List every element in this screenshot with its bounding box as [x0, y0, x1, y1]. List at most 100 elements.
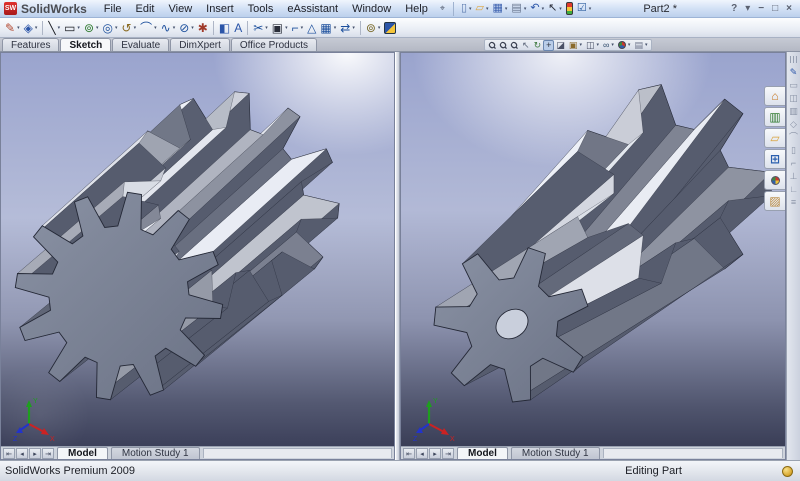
- ref-tool-2-icon[interactable]: ◫: [788, 92, 800, 105]
- menu-pin-icon[interactable]: ⌖: [440, 3, 445, 14]
- rebuild-icon[interactable]: [564, 1, 575, 17]
- quick-tip-icon[interactable]: [782, 466, 793, 477]
- solidworks-resources-tab[interactable]: ⌂: [764, 86, 785, 106]
- tab-dimxpert[interactable]: DimXpert: [170, 38, 230, 51]
- graphics-area-right[interactable]: Y X Z ⌂▥▱⊞▨: [401, 53, 785, 446]
- ref-tool-4-icon[interactable]: ◇: [788, 118, 800, 131]
- view-palette-tab[interactable]: [764, 170, 785, 190]
- line-dropdown[interactable]: ▾: [58, 25, 61, 31]
- view-orientation-icon[interactable]: ▣▾: [567, 40, 584, 51]
- options-icon[interactable]: ☑▾: [575, 1, 593, 17]
- tab-features[interactable]: Features: [2, 38, 59, 51]
- spline-dropdown[interactable]: ▾: [173, 25, 176, 31]
- view-orientation-dropdown[interactable]: ▾: [579, 42, 582, 48]
- graphics-area-left[interactable]: Y X Z: [1, 53, 394, 446]
- apply-scene-dropdown[interactable]: ▾: [645, 42, 648, 48]
- hide-show-items-dropdown[interactable]: ▾: [611, 42, 614, 48]
- point-icon[interactable]: ✱: [196, 19, 210, 37]
- exit-sketch-icon[interactable]: ✎▾: [3, 19, 22, 37]
- grip-icon[interactable]: [788, 53, 800, 66]
- new-document-icon[interactable]: ▯▾: [459, 1, 474, 17]
- trim-entities-icon[interactable]: ✂▾: [251, 19, 270, 37]
- ref-tool-5-icon[interactable]: ⌒: [788, 131, 800, 144]
- tab-office-products[interactable]: Office Products: [231, 38, 317, 51]
- exit-sketch-dropdown[interactable]: ▾: [17, 25, 20, 31]
- display-relations-icon[interactable]: ⊚▾: [364, 19, 383, 37]
- menu-item-eassistant[interactable]: eAssistant: [280, 2, 345, 16]
- sketch-tool-icon[interactable]: ✎: [788, 66, 800, 79]
- centerpoint-arc-dropdown[interactable]: ▾: [134, 25, 137, 31]
- tab-model[interactable]: Model: [457, 447, 508, 459]
- rectangle-dropdown[interactable]: ▾: [77, 25, 80, 31]
- section-view-icon[interactable]: ◪: [554, 40, 567, 51]
- restore-button[interactable]: □: [768, 3, 782, 14]
- display-relations-dropdown[interactable]: ▾: [378, 25, 381, 31]
- helical-gear-model[interactable]: [401, 53, 785, 446]
- menu-item-view[interactable]: View: [162, 2, 200, 16]
- ref-tool-1-icon[interactable]: ▭: [788, 79, 800, 92]
- open-dropdown[interactable]: ▾: [486, 6, 489, 12]
- tab-motion-study-1[interactable]: Motion Study 1: [111, 447, 200, 459]
- move-entities-icon[interactable]: ⇄▾: [338, 19, 357, 37]
- mirror-about-line-icon[interactable]: △: [305, 19, 318, 37]
- tab-model[interactable]: Model: [57, 447, 108, 459]
- display-style-icon[interactable]: ◫▾: [584, 40, 601, 51]
- tab-sketch[interactable]: Sketch: [60, 38, 111, 51]
- ellipse-dropdown[interactable]: ▾: [191, 25, 194, 31]
- fast-forward-button[interactable]: ⇥: [442, 448, 454, 459]
- select-dropdown[interactable]: ▾: [559, 6, 562, 12]
- next-button[interactable]: ▸: [429, 448, 441, 459]
- options-dropdown[interactable]: ▾: [589, 6, 592, 12]
- tangent-arc-icon[interactable]: ⌒▾: [138, 19, 159, 37]
- ellipse-icon[interactable]: ⊘▾: [177, 19, 196, 37]
- hide-show-items-icon[interactable]: ∞▾: [601, 40, 616, 51]
- circle-dropdown[interactable]: ▾: [96, 25, 99, 31]
- prev-button[interactable]: ◂: [16, 448, 28, 459]
- tab-evaluate[interactable]: Evaluate: [112, 38, 169, 51]
- convert-entities-icon[interactable]: ▣▾: [270, 19, 290, 37]
- file-explorer-tab[interactable]: ▱: [764, 128, 785, 148]
- perimeter-circle-dropdown[interactable]: ▾: [115, 25, 118, 31]
- zoom-selection-icon[interactable]: ↖: [520, 40, 532, 51]
- menu-item-help[interactable]: Help: [398, 2, 435, 16]
- print-icon[interactable]: ▤▾: [509, 1, 528, 17]
- move-entities-dropdown[interactable]: ▾: [352, 25, 355, 31]
- rewind-button[interactable]: ⇤: [403, 448, 415, 459]
- linear-sketch-pattern-icon[interactable]: ▦▾: [318, 19, 338, 37]
- zoom-area-icon[interactable]: Ϙ: [498, 40, 509, 51]
- offset-entities-icon[interactable]: ⌐▾: [290, 19, 306, 37]
- new-document-dropdown[interactable]: ▾: [469, 6, 472, 12]
- ref-tool-3-icon[interactable]: ▥: [788, 105, 800, 118]
- sketch-text-icon[interactable]: A: [232, 19, 244, 37]
- open-icon[interactable]: ▱▾: [474, 1, 491, 17]
- spline-icon[interactable]: ∿▾: [159, 19, 178, 37]
- rectangle-icon[interactable]: ▭▾: [62, 19, 82, 37]
- linear-sketch-pattern-dropdown[interactable]: ▾: [334, 25, 337, 31]
- ref-tool-10-icon[interactable]: ≡: [788, 196, 800, 209]
- tangent-arc-dropdown[interactable]: ▾: [154, 25, 157, 31]
- pan-icon[interactable]: +: [543, 40, 554, 51]
- zoom-in-out-icon[interactable]: Ϙ: [509, 40, 520, 51]
- select-icon[interactable]: ↖▾: [546, 1, 564, 17]
- edit-appearances-dropdown[interactable]: ▾: [628, 42, 631, 48]
- mirror-entities-icon[interactable]: ◧: [217, 19, 232, 37]
- tab-motion-study-1[interactable]: Motion Study 1: [511, 447, 600, 459]
- offset-entities-dropdown[interactable]: ▾: [301, 25, 304, 31]
- eassistant-tool-icon[interactable]: [382, 19, 398, 37]
- menu-item-tools[interactable]: Tools: [241, 2, 281, 16]
- minimize-button[interactable]: −: [754, 3, 768, 14]
- rewind-button[interactable]: ⇤: [3, 448, 15, 459]
- menu-item-file[interactable]: File: [97, 2, 129, 16]
- menu-item-insert[interactable]: Insert: [199, 2, 241, 16]
- appearances-tab[interactable]: ▨: [764, 191, 785, 211]
- edit-appearances-icon[interactable]: ▾: [616, 40, 633, 51]
- undo-icon[interactable]: ↶▾: [528, 1, 546, 17]
- display-style-dropdown[interactable]: ▾: [596, 42, 599, 48]
- trim-entities-dropdown[interactable]: ▾: [265, 25, 268, 31]
- help-button[interactable]: ?: [727, 3, 741, 14]
- print-dropdown[interactable]: ▾: [524, 6, 527, 12]
- circle-icon[interactable]: ⊚▾: [82, 19, 101, 37]
- perimeter-circle-icon[interactable]: ◎▾: [101, 19, 120, 37]
- close-button[interactable]: ×: [782, 3, 796, 14]
- search-tab[interactable]: ⊞: [764, 149, 785, 169]
